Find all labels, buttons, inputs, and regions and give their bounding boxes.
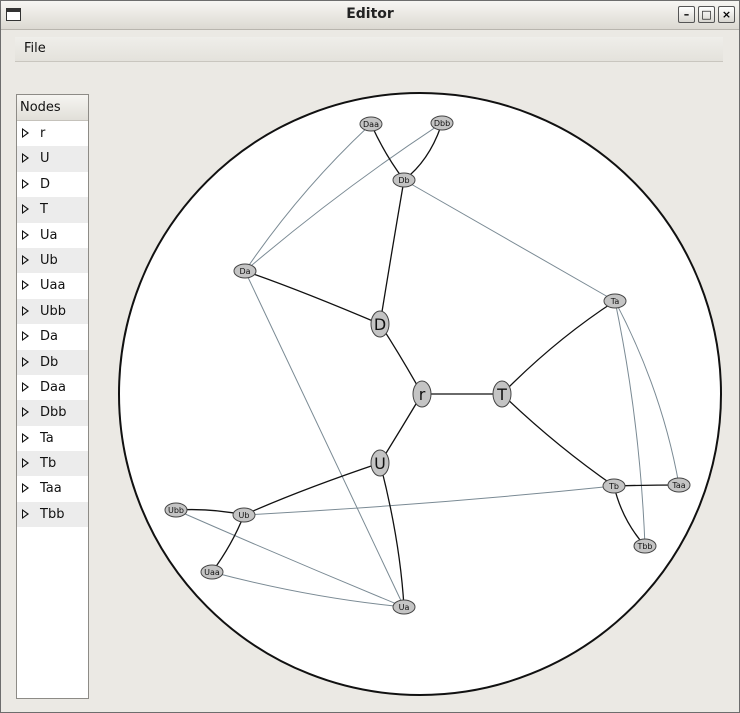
graph-node-r[interactable]: r <box>412 380 432 408</box>
node-label: Tbb <box>636 542 652 551</box>
graph-node-db[interactable]: Db <box>392 172 416 188</box>
node-label: Ta <box>610 297 620 306</box>
node-label: D <box>374 315 386 334</box>
node-label: Da <box>239 267 250 276</box>
graph-node-ta[interactable]: Ta <box>603 293 627 309</box>
node-label: Ub <box>239 511 250 520</box>
graph-node-uaa[interactable]: Uaa <box>200 564 224 580</box>
graph-node-ubb[interactable]: Ubb <box>164 502 188 518</box>
graph-node-da[interactable]: Da <box>233 263 257 279</box>
node-label: Taa <box>671 481 685 490</box>
graph-node-u[interactable]: U <box>370 449 390 477</box>
node-label: r <box>419 385 426 404</box>
node-label: U <box>374 454 386 473</box>
graph-node-d[interactable]: D <box>370 310 390 338</box>
graph-node-tb[interactable]: Tb <box>602 478 626 494</box>
graph-node-taa[interactable]: Taa <box>667 477 691 493</box>
graph-node-ub[interactable]: Ub <box>232 507 256 523</box>
graph-node-dbb[interactable]: Dbb <box>430 115 454 131</box>
node-label: Db <box>398 176 409 185</box>
node-label: T <box>496 385 507 404</box>
graph-node-ua[interactable]: Ua <box>392 599 416 615</box>
node-label: Ubb <box>168 506 184 515</box>
node-label: Tb <box>608 482 619 491</box>
graph-node-tbb[interactable]: Tbb <box>633 538 657 554</box>
graph-node-daa[interactable]: Daa <box>359 116 383 132</box>
node-label: Ua <box>399 603 410 612</box>
node-label: Uaa <box>204 568 220 577</box>
graph-node-t[interactable]: T <box>492 380 512 408</box>
node-label: Dbb <box>434 119 450 128</box>
graph-canvas[interactable]: r U D T Ua Ub Uaa Ubb Da Db Daa Dbb Ta Tb Taa Tbb <box>0 0 740 713</box>
node-label: Daa <box>363 120 379 129</box>
